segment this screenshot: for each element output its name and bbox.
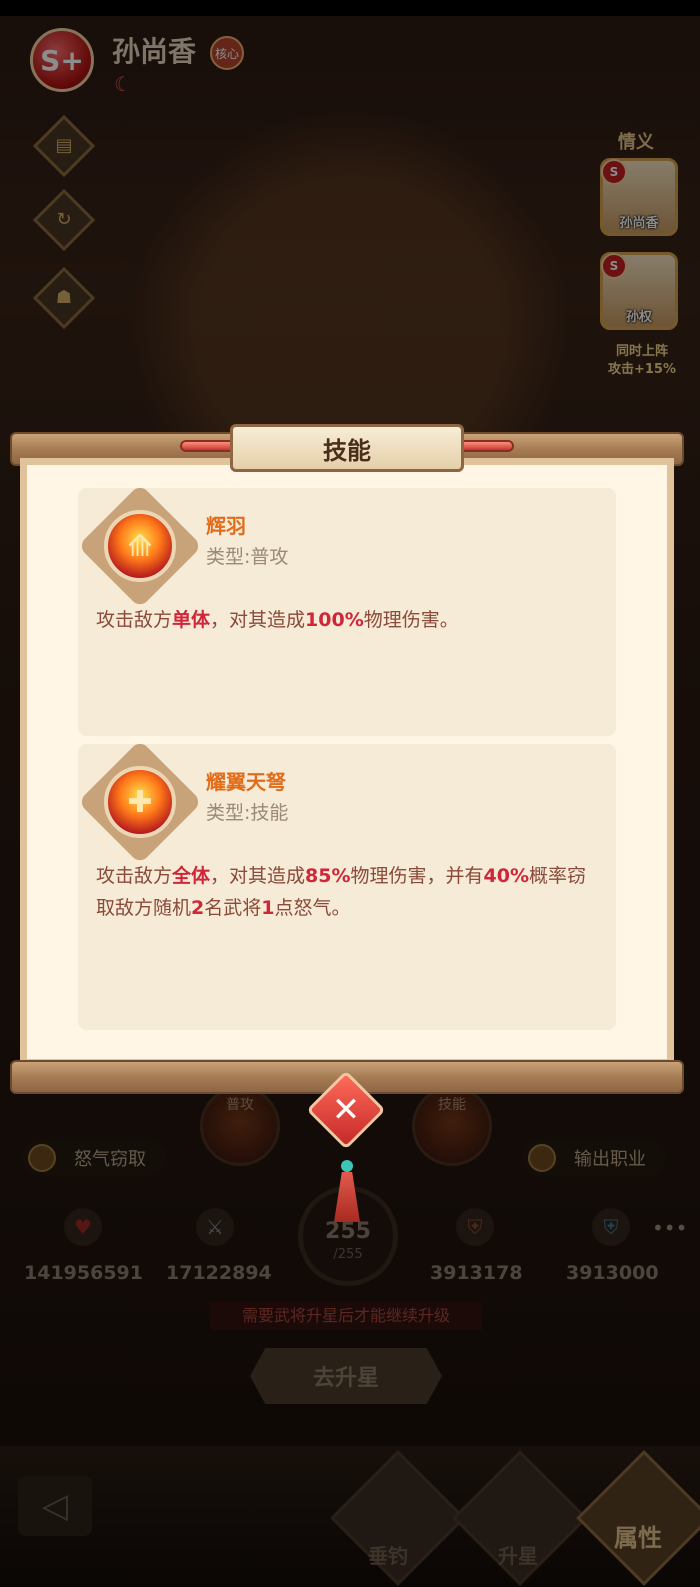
skill-card: ⟰ 辉羽 类型:普攻 攻击敌方单体，对其造成100%物理伤害。 [77,483,616,736]
close-icon: ✕ [331,1090,361,1130]
feather-skill-icon: ⟰ [104,510,176,582]
highlight-text: 单体 [172,609,211,631]
highlight-text: 100% [305,609,364,631]
panel-title: 技能 [230,424,464,472]
skill-type: 类型:普攻 [206,546,289,568]
highlight-text: 1 [261,897,275,919]
highlight-text: 40% [483,865,530,887]
skill-name: 耀翼天弩 [206,770,286,794]
skill-card: ✚ 耀翼天弩 类型:技能 攻击敌方全体，对其造成85%物理伤害，并有40%概率窃… [77,739,616,1030]
desc-text: 物理伤害，并有 [350,865,484,887]
desc-text: ，对其造成 [210,609,306,631]
skill-description: 攻击敌方单体，对其造成100%物理伤害。 [96,604,596,636]
skill-description: 攻击敌方全体，对其造成85%物理伤害，并有40%概率窃取敌方随机2名武将1点怒气… [96,860,596,924]
desc-text: 攻击敌方 [96,609,173,631]
desc-text: 名武将 [204,897,262,919]
highlight-text: 85% [305,865,351,887]
tassel-bead [341,1160,353,1172]
crossbow-skill-icon: ✚ [104,766,176,838]
desc-text: 攻击敌方 [96,865,173,887]
highlight-text: 2 [191,897,205,919]
skill-name: 辉羽 [206,514,246,538]
skill-type: 类型:技能 [206,802,289,824]
desc-text: 点怒气。 [274,897,351,919]
desc-text: ，对其造成 [210,865,306,887]
desc-text: 物理伤害。 [363,609,459,631]
highlight-text: 全体 [172,865,211,887]
